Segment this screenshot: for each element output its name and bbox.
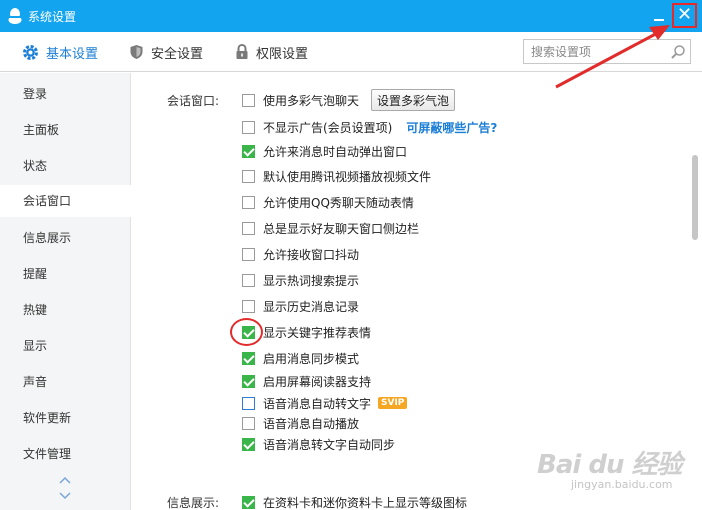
minimize-button[interactable] (650, 6, 668, 26)
lock-icon (236, 44, 248, 59)
option-row[interactable]: 允许接收窗口抖动 (242, 245, 359, 263)
option-label: 允许接收窗口抖动 (263, 247, 360, 262)
option-label: 允许来消息时自动弹出窗口 (263, 144, 408, 159)
checkbox-checked[interactable] (242, 144, 255, 158)
section-label-session-window: 会话窗口: (167, 94, 220, 108)
option-label: 语音消息自动播放 (263, 416, 360, 431)
tab-permission-settings[interactable]: 权限设置 (235, 43, 309, 62)
checkbox[interactable] (242, 195, 255, 209)
search-icon[interactable] (670, 44, 686, 60)
option-label: 默认使用腾讯视频播放视频文件 (263, 169, 432, 184)
option-label: 显示历史消息记录 (263, 299, 360, 314)
option-label: 启用屏幕阅读器支持 (263, 374, 372, 389)
checkbox[interactable] (242, 416, 255, 430)
checkbox[interactable] (242, 221, 255, 235)
blockable-ads-link[interactable]: 可屏蔽哪些广告? (406, 119, 497, 136)
option-row[interactable]: 允许来消息时自动弹出窗口 (242, 142, 407, 160)
option-row[interactable]: 启用消息同步模式 (242, 349, 359, 367)
chevron-down-icon[interactable] (58, 491, 72, 501)
option-row[interactable]: 允许使用QQ秀聊天随动表情 (242, 193, 414, 211)
option-label: 不显示广告(会员设置项) (263, 120, 393, 135)
option-row[interactable]: 使用多彩气泡聊天 设置多彩气泡 (242, 89, 456, 111)
checkbox[interactable] (242, 120, 255, 134)
option-row[interactable]: 语音消息自动播放 (242, 414, 359, 432)
option-label: 使用多彩气泡聊天 (263, 93, 360, 108)
sidebar-item-login[interactable]: 登录 (0, 78, 131, 110)
checkbox[interactable] (242, 273, 255, 287)
sidebar-item-main-panel[interactable]: 主面板 (0, 114, 131, 146)
option-row[interactable]: 显示热词搜索提示 (242, 271, 359, 289)
sidebar-item-status[interactable]: 状态 (0, 150, 131, 182)
settings-sidebar: 登录 主面板 状态 会话窗口 信息展示 提醒 热键 显示 声音 软件更新 文件管… (0, 73, 132, 510)
section-label-info-display: 信息展示: (167, 496, 220, 510)
option-row[interactable]: 语音消息自动转文字 SVIP (242, 394, 408, 412)
checkbox-checked[interactable] (242, 495, 255, 509)
checkbox-checked[interactable] (242, 437, 255, 451)
sidebar-item-info-display[interactable]: 信息展示 (0, 222, 131, 254)
sidebar-item-file-management[interactable]: 文件管理 (0, 438, 131, 470)
checkbox[interactable] (242, 247, 255, 261)
annotation-circle (230, 318, 263, 346)
option-label: 语音消息自动转文字 (263, 396, 372, 411)
sidebar-item-sound[interactable]: 声音 (0, 366, 131, 398)
window-title: 系统设置 (28, 10, 77, 24)
gear-icon (23, 44, 38, 60)
tab-security-settings[interactable]: 安全设置 (129, 43, 204, 62)
baidu-watermark: Bai du 经验 jingyan.baidu.com (537, 444, 697, 504)
checkbox[interactable] (242, 169, 255, 183)
option-label: 显示关键字推荐表情 (263, 325, 372, 340)
close-button[interactable]: ✕ (672, 3, 697, 28)
option-row[interactable]: 总是显示好友聊天窗口侧边栏 (242, 219, 419, 237)
scrollbar-thumb[interactable] (692, 155, 698, 240)
checkbox[interactable] (242, 299, 255, 313)
sidebar-item-display[interactable]: 显示 (0, 330, 131, 362)
watermark-url: jingyan.baidu.com (571, 478, 673, 491)
option-label: 总是显示好友聊天窗口侧边栏 (263, 221, 420, 236)
option-label: 语音消息转文字自动同步 (263, 437, 396, 452)
set-colorful-bubble-button[interactable]: 设置多彩气泡 (371, 89, 456, 111)
option-row[interactable]: 不显示广告(会员设置项) 可屏蔽哪些广告? (242, 118, 497, 136)
option-row[interactable]: 显示历史消息记录 (242, 297, 359, 315)
settings-toolbar: 基本设置 安全设置 权限设置 (0, 32, 702, 72)
option-label: 显示热词搜索提示 (263, 273, 360, 288)
tab-permission-settings-label: 权限设置 (256, 46, 309, 62)
tab-security-settings-label: 安全设置 (151, 46, 204, 62)
sidebar-item-reminder[interactable]: 提醒 (0, 258, 131, 290)
svip-badge: SVIP (378, 397, 408, 409)
checkbox-checked[interactable] (242, 374, 255, 388)
settings-search-input[interactable] (524, 40, 664, 63)
title-bar: 系统设置 ✕ (0, 0, 702, 32)
close-highlight-box (672, 3, 697, 28)
tab-basic-settings-label: 基本设置 (46, 46, 99, 62)
shield-icon (130, 45, 143, 59)
settings-search-box[interactable] (523, 39, 691, 64)
option-row[interactable]: 默认使用腾讯视频播放视频文件 (242, 167, 431, 185)
option-label: 在资料卡和迷你资料卡上显示等级图标 (263, 495, 468, 510)
checkbox[interactable] (242, 396, 255, 410)
qq-penguin-icon (8, 8, 22, 24)
sidebar-item-software-update[interactable]: 软件更新 (0, 402, 131, 434)
option-row[interactable]: 在资料卡和迷你资料卡上显示等级图标 (242, 493, 467, 510)
sidebar-item-hotkey[interactable]: 热键 (0, 294, 131, 326)
option-row[interactable]: 语音消息转文字自动同步 (242, 435, 395, 453)
checkbox[interactable] (242, 93, 255, 107)
sidebar-item-session-window[interactable]: 会话窗口 (0, 185, 132, 217)
option-label: 启用消息同步模式 (263, 351, 360, 366)
option-row[interactable]: 启用屏幕阅读器支持 (242, 372, 371, 390)
checkbox-checked[interactable] (242, 351, 255, 365)
tab-basic-settings[interactable]: 基本设置 (22, 43, 99, 62)
chevron-up-icon[interactable] (58, 475, 72, 485)
watermark-main: Bai du 经验 (537, 450, 682, 480)
option-label: 允许使用QQ秀聊天随动表情 (263, 195, 414, 210)
